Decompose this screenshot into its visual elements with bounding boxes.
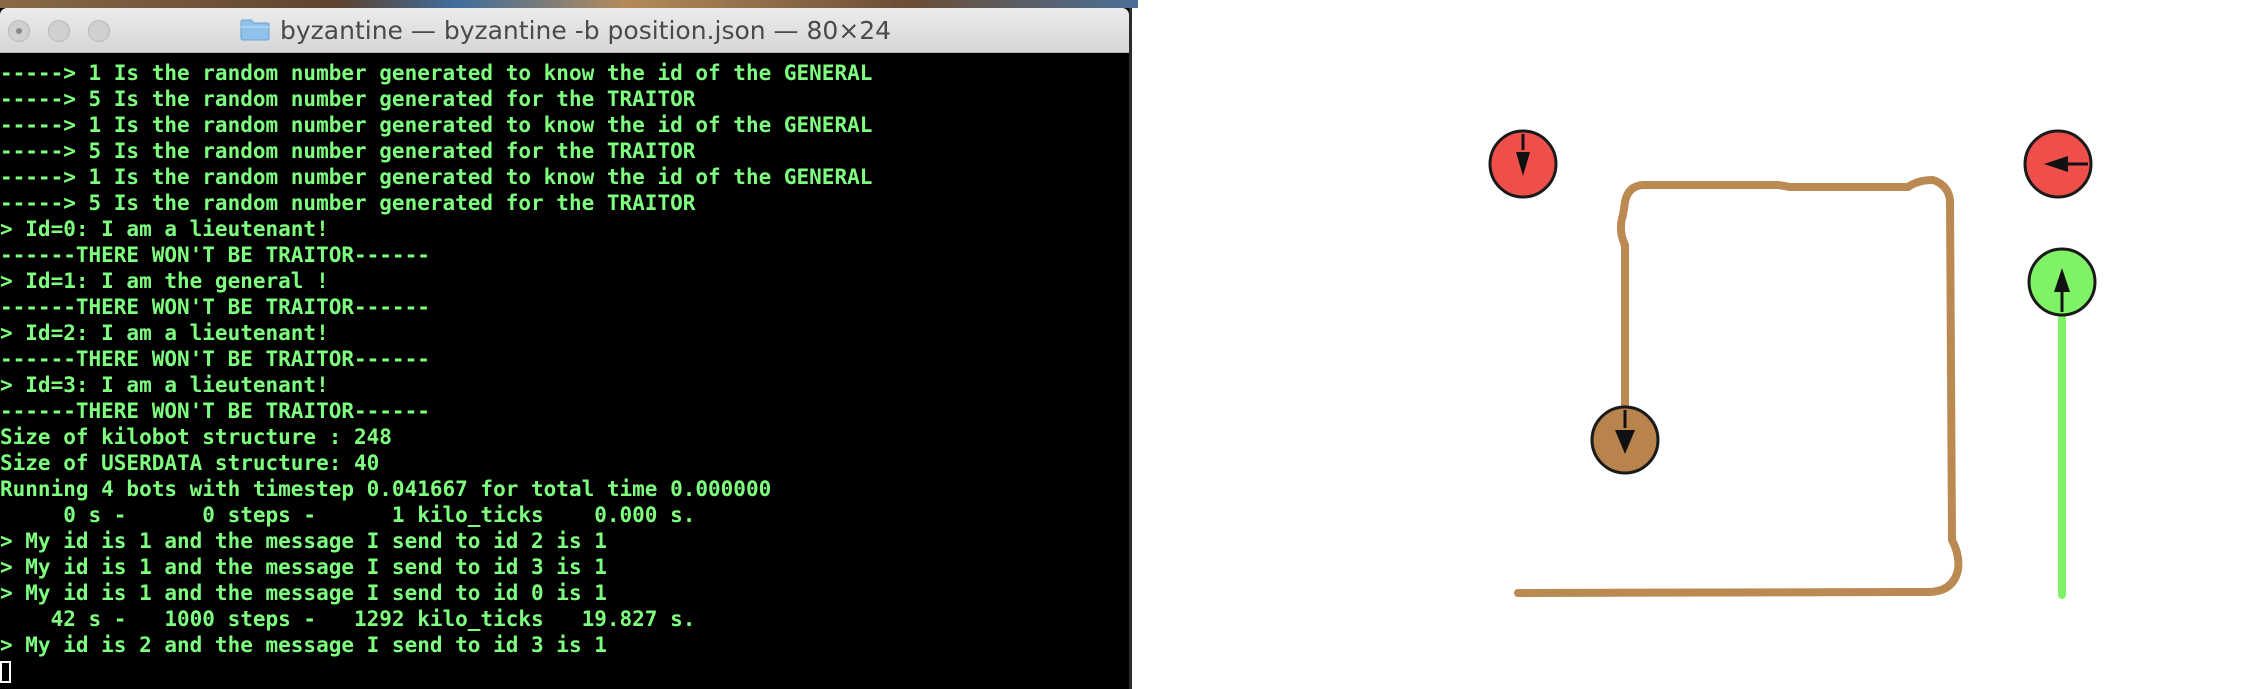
terminal-line: 0 s - 0 steps - 1 kilo_ticks 0.000 s. — [0, 503, 696, 527]
terminal-line: ------THERE WON'T BE TRAITOR------ — [0, 243, 430, 267]
minimize-button[interactable] — [48, 20, 70, 42]
terminal-line: > My id is 2 and the message I send to i… — [0, 633, 607, 657]
terminal-line: -----> 5 Is the random number generated … — [0, 87, 696, 111]
terminal-line: > Id=0: I am a lieutenant! — [0, 217, 329, 241]
zoom-button[interactable] — [88, 20, 110, 42]
terminal-line: ------THERE WON'T BE TRAITOR------ — [0, 347, 430, 371]
terminal-line: Size of USERDATA structure: 40 — [0, 451, 380, 475]
terminal-line: ------THERE WON'T BE TRAITOR------ — [0, 399, 430, 423]
terminal-line: -----> 1 Is the random number generated … — [0, 165, 873, 189]
green-bot — [2027, 247, 2097, 317]
terminal-line: > My id is 1 and the message I send to i… — [0, 581, 607, 605]
terminal-line: -----> 1 Is the random number generated … — [0, 61, 873, 85]
simulation-canvas — [1488, 129, 2097, 599]
window-title-group: byzantine — byzantine -b position.json —… — [240, 8, 891, 52]
terminal-line: -----> 5 Is the random number generated … — [0, 191, 696, 215]
window-title: byzantine — byzantine -b position.json —… — [280, 15, 892, 45]
terminal-window[interactable]: byzantine — byzantine -b position.json —… — [0, 8, 1132, 689]
folder-icon — [240, 19, 270, 41]
red-bot-1 — [1488, 129, 1558, 199]
terminal-prompt-line[interactable] — [0, 658, 1129, 684]
close-button[interactable] — [8, 20, 30, 42]
terminal-line: ------THERE WON'T BE TRAITOR------ — [0, 295, 430, 319]
brown-bot-trail — [1514, 176, 1963, 597]
terminal-line: -----> 1 Is the random number generated … — [0, 113, 873, 137]
terminal-line: > My id is 1 and the message I send to i… — [0, 529, 607, 553]
terminal-line: > Id=1: I am the general ! — [0, 269, 329, 293]
terminal-line: Running 4 bots with timestep 0.041667 fo… — [0, 477, 772, 501]
window-titlebar[interactable]: byzantine — byzantine -b position.json —… — [0, 8, 1129, 53]
terminal-line: Size of kilobot structure : 248 — [0, 425, 392, 449]
brown-bot — [1590, 405, 1660, 475]
terminal-line: 42 s - 1000 steps - 1292 kilo_ticks 19.8… — [0, 607, 696, 631]
red-bot-2 — [2023, 129, 2093, 199]
terminal-line: -----> 5 Is the random number generated … — [0, 139, 696, 163]
terminal-output[interactable]: -----> 1 Is the random number generated … — [0, 60, 1129, 684]
desktop-background — [0, 0, 1138, 8]
text-cursor — [0, 661, 11, 683]
terminal-line: > Id=3: I am a lieutenant! — [0, 373, 329, 397]
terminal-line: > My id is 1 and the message I send to i… — [0, 555, 607, 579]
terminal-line: > Id=2: I am a lieutenant! — [0, 321, 329, 345]
